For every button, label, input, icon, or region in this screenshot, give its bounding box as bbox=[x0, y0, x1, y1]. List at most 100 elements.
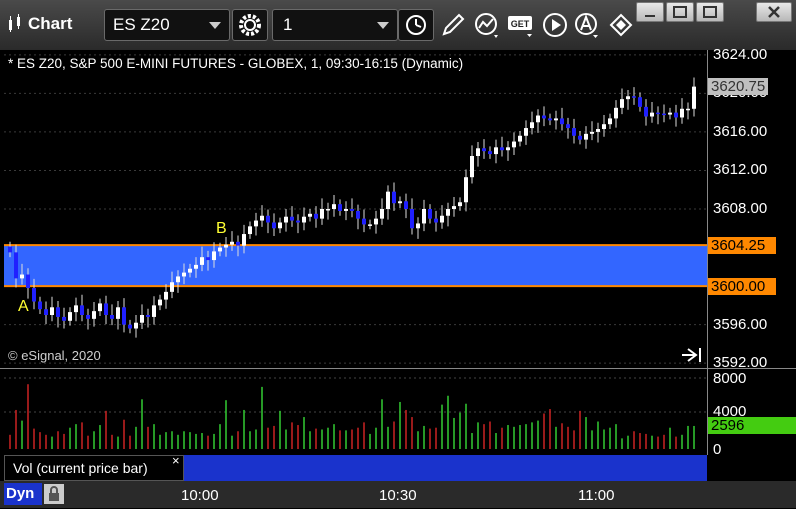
volume-chart[interactable] bbox=[0, 369, 707, 455]
candle-body bbox=[554, 118, 558, 121]
lock-icon bbox=[49, 486, 59, 501]
price-chart[interactable]: A B bbox=[0, 50, 707, 368]
candle-body bbox=[608, 118, 612, 125]
vol-axis-label: 0 bbox=[713, 441, 722, 458]
symbol-selector[interactable]: ES Z20 bbox=[104, 9, 230, 41]
chart-header: * ES Z20, S&P 500 E-MINI FUTURES - GLOBE… bbox=[8, 56, 464, 71]
alert-icon[interactable] bbox=[572, 10, 602, 40]
minimize-button[interactable] bbox=[636, 2, 664, 22]
candle-body bbox=[458, 202, 462, 207]
price-axis-label: 3612.00 bbox=[713, 161, 768, 179]
settings-button[interactable] bbox=[232, 9, 268, 41]
link-arrows-icon[interactable] bbox=[606, 10, 636, 40]
volume-study-label[interactable]: Vol (current price bar) bbox=[4, 455, 184, 481]
time-template-button[interactable] bbox=[398, 9, 434, 41]
pencil-icon[interactable] bbox=[438, 10, 468, 40]
window-title: Chart bbox=[28, 14, 73, 33]
candle-body bbox=[434, 218, 438, 223]
candle-body bbox=[98, 303, 102, 312]
interval-value: 1 bbox=[283, 15, 293, 34]
candles bbox=[8, 77, 696, 338]
get-menu-icon[interactable]: GET bbox=[506, 10, 536, 40]
close-button[interactable] bbox=[756, 2, 792, 22]
price-axis-label: 3608.00 bbox=[713, 200, 768, 217]
candle-body bbox=[446, 209, 450, 216]
candle-body bbox=[386, 191, 390, 209]
volume-pane[interactable] bbox=[0, 368, 707, 455]
price-pane[interactable]: A B bbox=[0, 50, 707, 368]
candle-body bbox=[596, 129, 600, 132]
candle-body bbox=[464, 177, 468, 203]
candle-body bbox=[158, 299, 162, 306]
candle-body bbox=[50, 307, 54, 315]
candle-body bbox=[188, 268, 192, 273]
candle-body bbox=[524, 128, 528, 136]
volume-axis: 8000 4000 0 2596 bbox=[707, 368, 796, 458]
zone-lower-tag: 3600.00 bbox=[708, 278, 776, 296]
candle-body bbox=[518, 135, 522, 142]
candle-body bbox=[530, 122, 534, 129]
time-axis[interactable]: 10:00 10:30 11:00 bbox=[0, 481, 796, 508]
restore-icon bbox=[673, 6, 687, 18]
svg-text:GET: GET bbox=[511, 19, 530, 29]
candle-body bbox=[422, 209, 426, 224]
close-icon bbox=[768, 6, 780, 18]
candle-body bbox=[692, 86, 696, 109]
price-axis[interactable]: 3592.003596.003600.003604.003608.003612.… bbox=[707, 46, 796, 371]
candle-body bbox=[470, 156, 474, 178]
candle-body bbox=[62, 316, 66, 321]
candle-body bbox=[38, 301, 42, 310]
close-study-icon[interactable]: × bbox=[172, 453, 180, 468]
dynamic-toggle-button[interactable]: Dyn bbox=[4, 483, 42, 505]
candle-body bbox=[320, 209, 324, 219]
candle-body bbox=[326, 209, 330, 211]
play-icon[interactable] bbox=[540, 10, 570, 40]
chevron-down-icon bbox=[209, 22, 221, 29]
candle-body bbox=[218, 247, 222, 252]
candle-body bbox=[176, 276, 180, 283]
candle-body bbox=[572, 128, 576, 136]
chevron-down-icon bbox=[377, 22, 389, 29]
candle-body bbox=[20, 274, 24, 279]
price-axis-label: 3624.00 bbox=[713, 45, 768, 63]
candle-body bbox=[182, 272, 186, 277]
candle-body bbox=[494, 147, 498, 155]
candle-body bbox=[626, 96, 630, 100]
last-price-tag: 3620.75 bbox=[708, 78, 768, 96]
candle-body bbox=[290, 216, 294, 221]
time-tick: 10:00 bbox=[181, 487, 219, 504]
candle-body bbox=[8, 246, 12, 253]
candle-body bbox=[662, 113, 666, 116]
candle-body bbox=[236, 241, 240, 246]
candle-body bbox=[560, 118, 564, 125]
candle-body bbox=[44, 309, 48, 315]
annotation-b: B bbox=[216, 220, 227, 237]
candle-body bbox=[488, 151, 492, 155]
interval-selector[interactable]: 1 bbox=[272, 9, 398, 41]
candle-body bbox=[416, 223, 420, 229]
candle-body bbox=[104, 303, 108, 315]
maximize-icon bbox=[703, 6, 717, 18]
annotation-a: A bbox=[18, 298, 29, 315]
zone-upper-tag: 3604.25 bbox=[708, 237, 776, 255]
restore-button[interactable] bbox=[666, 2, 694, 22]
candle-body bbox=[362, 218, 366, 225]
candle-body bbox=[566, 124, 570, 129]
candle-body bbox=[614, 107, 618, 119]
candle-body bbox=[476, 148, 480, 156]
candle-body bbox=[548, 118, 552, 121]
maximize-button[interactable] bbox=[696, 2, 724, 22]
candle-body bbox=[122, 307, 126, 325]
lock-button[interactable] bbox=[44, 484, 64, 504]
candle-body bbox=[266, 215, 270, 223]
scroll-to-end-icon[interactable] bbox=[682, 348, 701, 362]
candle-body bbox=[338, 204, 342, 211]
candle-body bbox=[170, 282, 174, 292]
candle-body bbox=[332, 204, 336, 209]
candle-body bbox=[392, 191, 396, 204]
volume-study-text: Vol (current price bar) bbox=[13, 460, 148, 476]
candle-body bbox=[440, 215, 444, 223]
candle-body bbox=[500, 147, 504, 151]
study-menu-icon[interactable] bbox=[472, 10, 502, 40]
candle-body bbox=[536, 115, 540, 123]
